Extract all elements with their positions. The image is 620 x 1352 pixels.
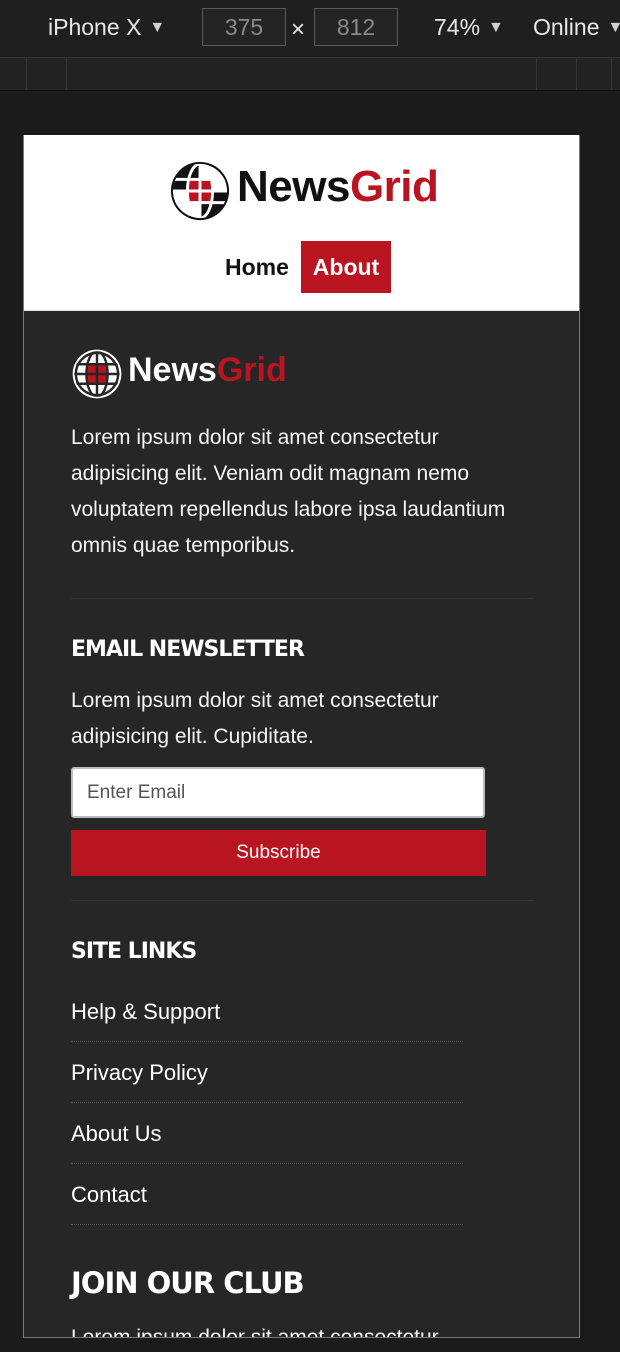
network-value: Online <box>533 14 600 40</box>
dimension-separator: × <box>291 16 306 43</box>
nav-item-about[interactable]: About <box>301 241 391 293</box>
width-input[interactable]: 375 <box>202 8 286 46</box>
brand-part-2: Grid <box>349 162 439 211</box>
device-name: iPhone X <box>48 14 142 40</box>
network-throttle-select[interactable]: Online ▼ <box>533 14 620 41</box>
email-input[interactable] <box>71 767 485 818</box>
dropdown-arrow-icon: ▼ <box>607 19 620 36</box>
main-nav: Home About <box>24 241 579 293</box>
site-link-privacy[interactable]: Privacy Policy <box>71 1042 463 1103</box>
dropdown-arrow-icon: ▼ <box>488 19 504 36</box>
site-links-list: Help & Support Privacy Policy About Us C… <box>71 981 463 1225</box>
footer-divider <box>71 598 534 599</box>
nav-item-home[interactable]: Home <box>218 241 296 293</box>
globe-logo-icon[interactable] <box>71 348 123 400</box>
newsletter-text: Lorem ipsum dolor sit amet consectetur a… <box>71 689 439 748</box>
height-input[interactable]: 812 <box>314 8 398 46</box>
brand-part-1: News <box>237 162 350 211</box>
footer-divider <box>71 900 534 901</box>
site-link-about[interactable]: About Us <box>71 1103 463 1164</box>
devtools-toolbar: iPhone X ▼ 375 × 812 74% ▼ Online ▼ <box>0 0 620 56</box>
join-club-heading: Join Our Club <box>71 1266 305 1300</box>
zoom-select[interactable]: 74% ▼ <box>434 14 504 41</box>
zoom-value: 74% <box>434 14 481 40</box>
brand-logo-text[interactable]: NewsGrid <box>237 162 439 212</box>
subscribe-button[interactable]: Subscribe <box>71 830 486 876</box>
device-viewport: NewsGrid Home About NewsGrid Lorem ipsum… <box>23 135 580 1338</box>
brand-part-1: News <box>128 351 217 389</box>
dropdown-arrow-icon: ▼ <box>149 19 166 36</box>
site-link-contact[interactable]: Contact <box>71 1164 463 1225</box>
footer-about-text: Lorem ipsum dolor sit amet consectetur a… <box>71 426 506 557</box>
club-text: Lorem ipsum dolor sit amet consectetur <box>71 1326 439 1338</box>
footer-brand-logo-text[interactable]: NewsGrid <box>128 351 287 390</box>
device-select[interactable]: iPhone X ▼ <box>48 14 165 41</box>
site-link-help[interactable]: Help & Support <box>71 981 463 1042</box>
newsletter-heading: Email Newsletter <box>71 637 305 662</box>
site-links-heading: Site Links <box>71 939 197 964</box>
site-header: NewsGrid Home About <box>24 135 579 311</box>
globe-logo-icon[interactable] <box>169 160 231 222</box>
site-footer: NewsGrid Lorem ipsum dolor sit amet cons… <box>24 311 579 1338</box>
brand-part-2: Grid <box>216 351 287 389</box>
media-query-ruler <box>0 57 620 91</box>
